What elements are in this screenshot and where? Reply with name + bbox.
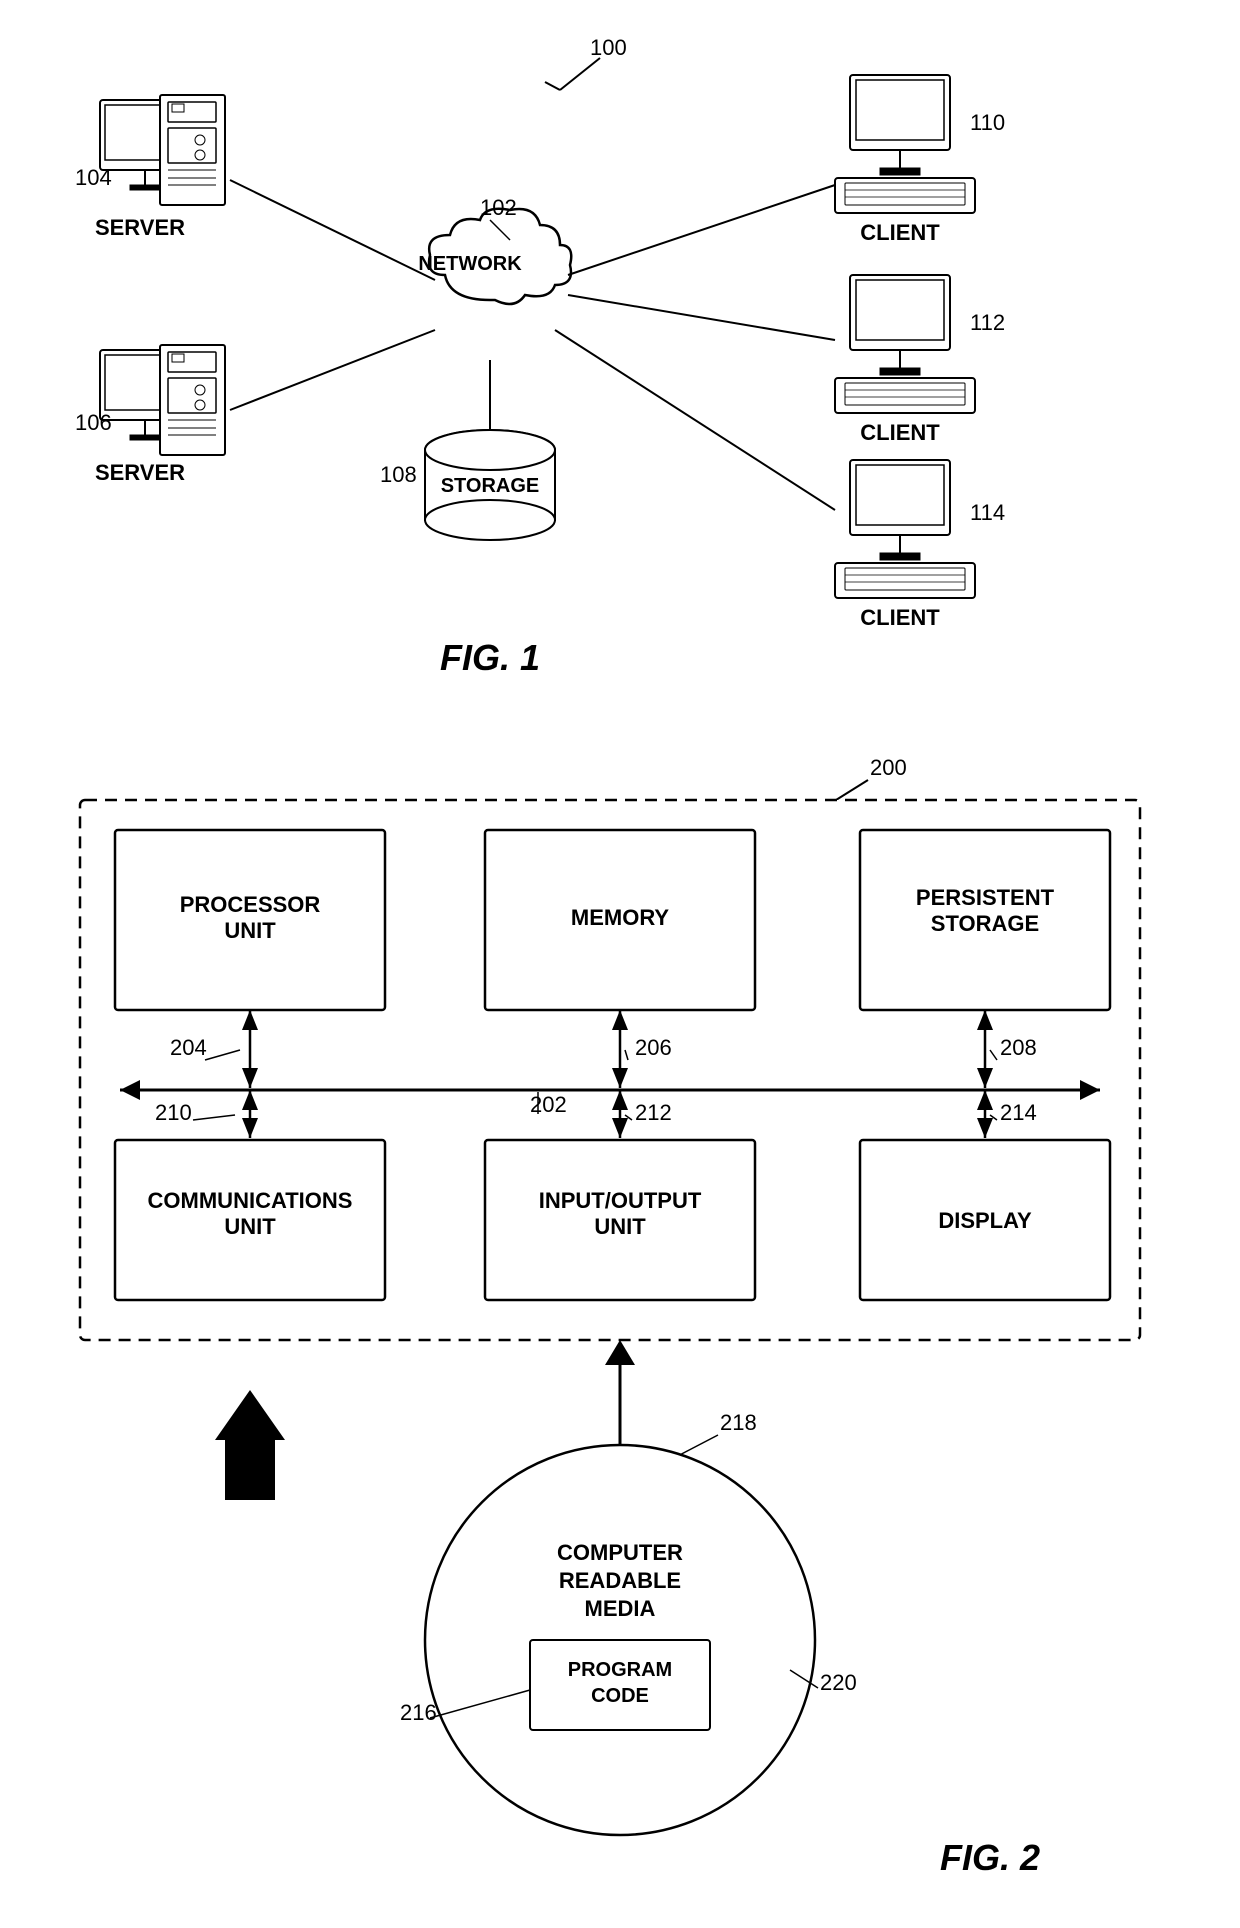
svg-text:112: 112 xyxy=(970,310,1005,335)
svg-text:STORAGE: STORAGE xyxy=(441,475,540,497)
svg-text:206: 206 xyxy=(635,1035,672,1060)
svg-text:110: 110 xyxy=(970,110,1005,135)
fig1-diagram: 100 NETWORK 102 SERVER 104 xyxy=(0,20,1240,700)
svg-text:CLIENT: CLIENT xyxy=(860,605,940,630)
svg-text:114: 114 xyxy=(970,500,1005,525)
svg-text:202: 202 xyxy=(530,1092,567,1117)
svg-text:SERVER: SERVER xyxy=(95,460,185,485)
svg-text:COMMUNICATIONS: COMMUNICATIONS xyxy=(148,1188,353,1213)
svg-text:208: 208 xyxy=(1000,1035,1037,1060)
fig2-diagram: 200 202 PROCESSOR UNIT 204 MEMORY 20 xyxy=(0,720,1240,1900)
svg-text:220: 220 xyxy=(820,1670,857,1695)
svg-text:212: 212 xyxy=(635,1100,672,1125)
svg-text:PROCESSOR: PROCESSOR xyxy=(180,892,321,917)
svg-text:COMPUTER: COMPUTER xyxy=(557,1540,683,1565)
svg-text:UNIT: UNIT xyxy=(594,1214,646,1239)
svg-text:204: 204 xyxy=(170,1035,207,1060)
svg-text:UNIT: UNIT xyxy=(224,1214,276,1239)
svg-text:DISPLAY: DISPLAY xyxy=(938,1208,1032,1233)
svg-text:104: 104 xyxy=(75,165,112,190)
svg-text:216: 216 xyxy=(400,1700,437,1725)
svg-text:106: 106 xyxy=(75,410,112,435)
svg-text:210: 210 xyxy=(155,1100,192,1125)
svg-text:INPUT/OUTPUT: INPUT/OUTPUT xyxy=(539,1188,702,1213)
svg-text:102: 102 xyxy=(480,195,517,220)
svg-text:PERSISTENT: PERSISTENT xyxy=(916,885,1055,910)
svg-text:FIG. 2: FIG. 2 xyxy=(940,1837,1040,1878)
svg-text:PROGRAM: PROGRAM xyxy=(568,1659,672,1681)
svg-text:218: 218 xyxy=(720,1410,757,1435)
svg-text:FIG. 1: FIG. 1 xyxy=(440,637,540,678)
svg-text:READABLE: READABLE xyxy=(559,1568,681,1593)
svg-text:MEMORY: MEMORY xyxy=(571,905,670,930)
svg-text:108: 108 xyxy=(380,462,417,487)
svg-text:214: 214 xyxy=(1000,1100,1037,1125)
svg-text:200: 200 xyxy=(870,755,907,780)
svg-text:NETWORK: NETWORK xyxy=(418,253,522,275)
svg-text:CLIENT: CLIENT xyxy=(860,220,940,245)
svg-text:STORAGE: STORAGE xyxy=(931,911,1039,936)
svg-text:100: 100 xyxy=(590,35,627,60)
svg-text:CODE: CODE xyxy=(591,1685,649,1707)
svg-text:UNIT: UNIT xyxy=(224,918,276,943)
svg-text:SERVER: SERVER xyxy=(95,215,185,240)
svg-text:CLIENT: CLIENT xyxy=(860,420,940,445)
svg-text:MEDIA: MEDIA xyxy=(585,1596,656,1621)
